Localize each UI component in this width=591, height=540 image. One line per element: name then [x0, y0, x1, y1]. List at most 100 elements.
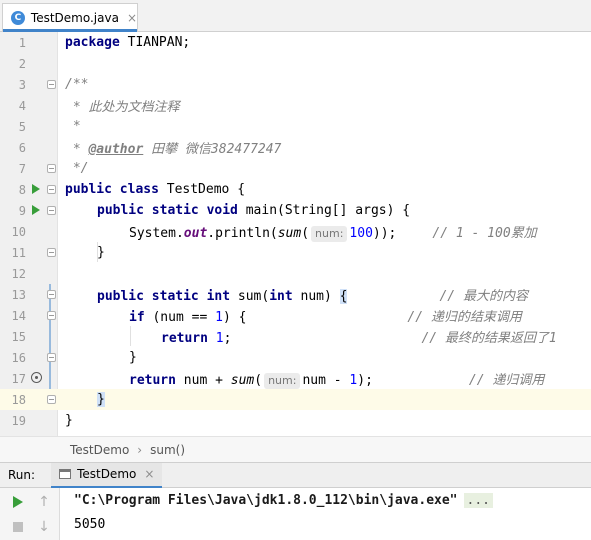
doc-comment: */: [65, 161, 89, 176]
line-number: 3: [18, 77, 26, 92]
code-line[interactable]: 4 * 此处为文档注释: [0, 95, 591, 116]
play-icon: [13, 496, 23, 508]
run-class-icon[interactable]: [32, 184, 40, 194]
keyword: return: [161, 331, 208, 346]
fold-icon[interactable]: [47, 311, 56, 320]
console-line: "C:\Program Files\Java\jdk1.8.0_112\bin\…: [74, 488, 591, 512]
breadcrumb: TestDemo › sum(): [0, 436, 591, 462]
keyword: public static void: [97, 203, 238, 218]
code-line[interactable]: 8 public class TestDemo {: [0, 179, 591, 200]
code-line[interactable]: 11 }: [0, 242, 591, 263]
code-text: return 1; // 最终的结果返回了1: [161, 327, 557, 346]
run-tool-window-header: Run: TestDemo ×: [0, 462, 591, 488]
code-line[interactable]: 5 *: [0, 116, 591, 137]
code-line[interactable]: 7 */: [0, 158, 591, 179]
run-console[interactable]: "C:\Program Files\Java\jdk1.8.0_112\bin\…: [60, 488, 591, 540]
code-token: }: [97, 245, 105, 260]
line-number: 9: [18, 203, 26, 218]
code-token: (num ==: [144, 310, 216, 325]
fold-icon[interactable]: [47, 353, 56, 362]
scroll-down-button[interactable]: ↓: [36, 519, 52, 535]
console-expand-button[interactable]: ...: [463, 492, 493, 508]
line-comment: // 1 - 100累加: [432, 225, 537, 241]
doc-comment: /**: [65, 77, 89, 92]
code-editor[interactable]: 1 package TIANPAN; 2 3 /** 4 * 此处为文档注释 5…: [0, 32, 591, 436]
fold-icon[interactable]: [47, 185, 56, 194]
current-code-line[interactable]: 18 }: [0, 389, 591, 410]
tab-testdemo-java[interactable]: C TestDemo.java ×: [2, 3, 138, 32]
fold-icon[interactable]: [47, 206, 56, 215]
fold-icon[interactable]: [47, 164, 56, 173]
stop-button[interactable]: [10, 519, 26, 535]
code-token: (: [301, 225, 310, 241]
code-line[interactable]: 9 public static void main(String[] args)…: [0, 200, 591, 221]
line-number: 7: [18, 161, 26, 176]
rerun-button[interactable]: [10, 494, 26, 510]
code-line[interactable]: 17 return num + sum(num: num - 1);// 递归调用: [0, 368, 591, 389]
tab-close-icon[interactable]: ×: [127, 11, 137, 25]
code-line[interactable]: 15 return 1; // 最终的结果返回了1: [0, 326, 591, 347]
line-comment: // 递归调用: [468, 372, 545, 388]
fold-icon[interactable]: [47, 395, 56, 404]
code-line[interactable]: 12: [0, 263, 591, 284]
code-line[interactable]: 10 System.out.println(sum(num: 100)); // 1…: [0, 221, 591, 242]
keyword: int: [269, 289, 293, 304]
code-line[interactable]: 1 package TIANPAN;: [0, 32, 591, 53]
line-number: 13: [11, 287, 26, 302]
code-token: sum(: [230, 289, 270, 304]
run-tab-close-icon[interactable]: ×: [144, 467, 154, 481]
line-number: 5: [18, 119, 26, 134]
matched-brace: }: [97, 392, 105, 407]
code-token: num): [292, 289, 340, 304]
fold-icon[interactable]: [47, 80, 56, 89]
recursive-call-icon[interactable]: [31, 372, 42, 383]
code-token: .println(: [207, 225, 278, 241]
doc-comment: * @author 田攀 微信382477247: [65, 138, 282, 157]
arrow-down-icon: ↓: [38, 519, 50, 535]
doc-comment: * 此处为文档注释: [65, 100, 180, 115]
keyword: public static int: [97, 289, 231, 304]
code-token: }: [65, 413, 73, 428]
code-token: TestDemo {: [158, 182, 246, 197]
code-line[interactable]: 16 }: [0, 347, 591, 368]
code-text: System.out.println(sum(num: 100)); // 1 - …: [129, 222, 537, 242]
code-token: );: [357, 372, 373, 388]
code-line[interactable]: 14 if (num == 1) {// 递归的结束调用: [0, 305, 591, 326]
number-literal: 1: [215, 310, 223, 325]
code-line[interactable]: 2: [0, 53, 591, 74]
line-number: 12: [11, 266, 26, 281]
line-comment: // 最大的内容: [439, 289, 528, 304]
code-token: ) {: [222, 310, 247, 325]
code-token: num +: [175, 372, 231, 388]
keyword: public class: [65, 182, 159, 197]
line-number: 6: [18, 140, 26, 155]
scroll-up-button[interactable]: ↑: [36, 494, 52, 510]
line-number: 18: [0, 392, 26, 407]
fold-icon[interactable]: [47, 248, 56, 257]
run-main-icon[interactable]: [32, 205, 40, 215]
method-call: sum: [230, 372, 255, 388]
code-token: main(String[] args) {: [237, 203, 411, 218]
line-number: 17: [11, 371, 26, 386]
code-token: ));: [372, 225, 397, 241]
doc-tag-author: @author: [88, 142, 144, 157]
code-line[interactable]: 19 }: [0, 410, 591, 431]
breadcrumb-method[interactable]: sum(): [150, 443, 185, 457]
line-number: 14: [11, 308, 26, 323]
console-icon: [59, 469, 72, 479]
code-line[interactable]: 3 /**: [0, 74, 591, 95]
code-token: TIANPAN;: [119, 35, 191, 50]
breadcrumb-class[interactable]: TestDemo: [70, 443, 129, 457]
run-tab-testdemo[interactable]: TestDemo ×: [51, 462, 163, 488]
code-line[interactable]: 6 * @author 田攀 微信382477247: [0, 137, 591, 158]
run-tab-label: TestDemo: [77, 467, 137, 481]
line-number: 2: [18, 56, 26, 71]
doc-star: *: [65, 142, 89, 157]
static-field: out: [183, 225, 208, 241]
parameter-hint: num:: [264, 372, 301, 389]
breadcrumb-separator: ›: [137, 442, 143, 457]
code-line[interactable]: 13 public static int sum(int num) {// 最大…: [0, 284, 591, 305]
line-number: 10: [11, 224, 26, 239]
java-class-icon: C: [11, 10, 25, 25]
fold-icon[interactable]: [47, 290, 56, 299]
